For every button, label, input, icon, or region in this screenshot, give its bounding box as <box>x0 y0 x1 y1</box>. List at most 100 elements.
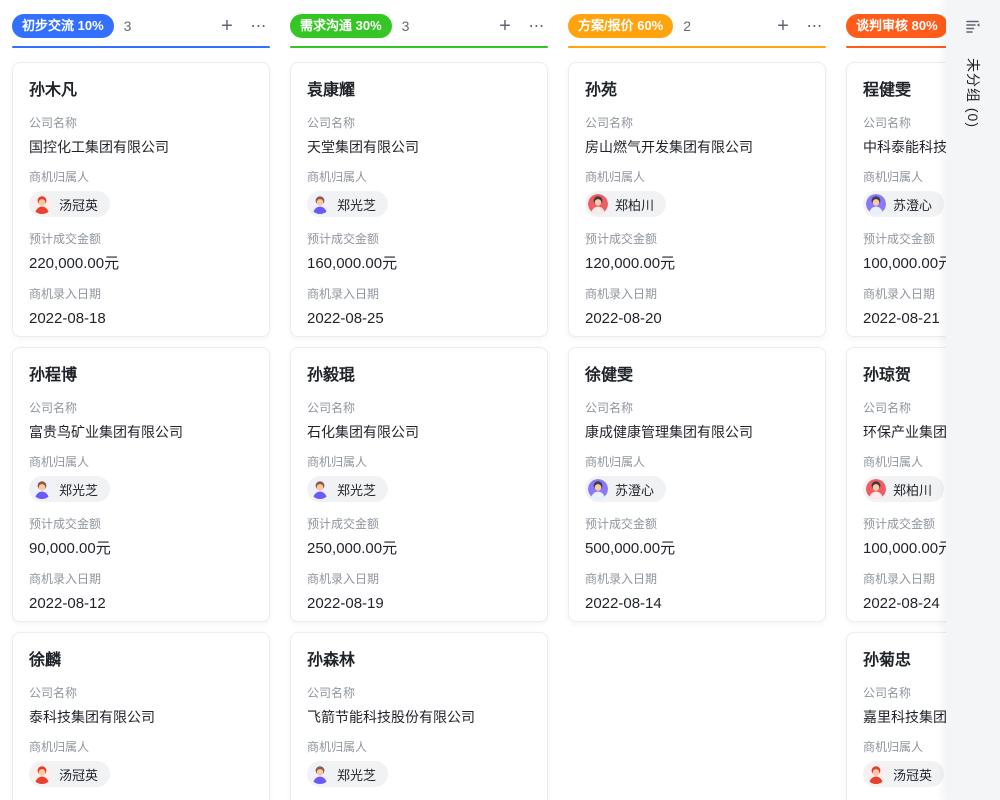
opportunity-card[interactable]: 孙毅琨 公司名称 石化集团有限公司 商机归属人 郑光芝 预计成交金额 250,0… <box>290 347 548 622</box>
amount-value: 160,000.00元 <box>307 253 531 274</box>
kanban-board: 初步交流 10% 3 + ⋯ 孙木凡 公司名称 国控化工集团有限公司 商机归属人 <box>0 0 1000 800</box>
owner-name: 郑光芝 <box>337 765 376 784</box>
opportunity-name: 孙森林 <box>307 649 531 673</box>
opportunity-card[interactable]: 孙森林 公司名称 飞箭节能科技股份有限公司 商机归属人 郑光芝 预计成交金额 <box>290 632 548 800</box>
column-underline <box>568 46 826 48</box>
opportunity-card[interactable]: 孙苑 公司名称 房山燃气开发集团有限公司 商机归属人 郑柏川 预计成交金额 12… <box>568 62 826 337</box>
card-list: 孙苑 公司名称 房山燃气开发集团有限公司 商机归属人 郑柏川 预计成交金额 12… <box>568 62 826 622</box>
amount-label: 预计成交金额 <box>307 516 531 533</box>
user-avatar-icon <box>32 479 52 499</box>
column-more-icon[interactable]: ⋯ <box>248 15 270 37</box>
opportunity-name: 孙苑 <box>585 79 809 103</box>
company-value: 石化集团有限公司 <box>307 422 531 442</box>
opportunity-name: 孙程博 <box>29 364 253 388</box>
amount-value: 90,000.00元 <box>29 538 253 559</box>
company-value: 富贵鸟矿业集团有限公司 <box>29 422 253 442</box>
card-list: 孙木凡 公司名称 国控化工集团有限公司 商机归属人 汤冠英 预计成交金额 220… <box>12 62 270 800</box>
owner-label: 商机归属人 <box>29 739 253 756</box>
owner-pill: 苏澄心 <box>585 476 666 502</box>
card-list: 袁康耀 公司名称 天堂集团有限公司 商机归属人 郑光芝 预计成交金额 160,0… <box>290 62 548 800</box>
opportunity-card[interactable]: 徐麟 公司名称 泰科技集团有限公司 商机归属人 汤冠英 预计成交金额 商机录 <box>12 632 270 800</box>
company-value: 天堂集团有限公司 <box>307 137 531 157</box>
date-value: 2022-08-18 <box>29 308 253 329</box>
owner-row: 汤冠英 <box>29 761 253 789</box>
company-value: 泰科技集团有限公司 <box>29 707 253 727</box>
date-value: 2022-08-12 <box>29 593 253 614</box>
stage-badge: 需求沟通 30% <box>290 14 392 38</box>
column-count: 2 <box>683 18 691 34</box>
amount-value: 220,000.00元 <box>29 253 253 274</box>
column-header: 方案/报价 60% 2 + ⋯ <box>568 14 826 38</box>
date-value: 2022-08-14 <box>585 593 809 614</box>
owner-row: 苏澄心 <box>585 476 809 504</box>
owner-label: 商机归属人 <box>585 169 809 186</box>
column-header: 需求沟通 30% 3 + ⋯ <box>290 14 548 38</box>
company-value: 飞箭节能科技股份有限公司 <box>307 707 531 727</box>
opportunity-card[interactable]: 袁康耀 公司名称 天堂集团有限公司 商机归属人 郑光芝 预计成交金额 160,0… <box>290 62 548 337</box>
date-value: 2022-08-25 <box>307 308 531 329</box>
owner-name: 郑光芝 <box>337 480 376 499</box>
amount-label: 预计成交金额 <box>585 231 809 248</box>
owner-pill: 郑光芝 <box>29 476 110 502</box>
owner-label: 商机归属人 <box>307 169 531 186</box>
owner-label: 商机归属人 <box>307 454 531 471</box>
opportunity-card[interactable]: 孙木凡 公司名称 国控化工集团有限公司 商机归属人 汤冠英 预计成交金额 220… <box>12 62 270 337</box>
owner-name: 郑光芝 <box>337 195 376 214</box>
amount-value: 500,000.00元 <box>585 538 809 559</box>
stage-badge: 初步交流 10% <box>12 14 114 38</box>
owner-pill: 郑柏川 <box>585 191 666 217</box>
kanban-column: 初步交流 10% 3 + ⋯ 孙木凡 公司名称 国控化工集团有限公司 商机归属人 <box>12 14 270 800</box>
owner-row: 郑光芝 <box>307 476 531 504</box>
opportunity-name: 孙木凡 <box>29 79 253 103</box>
company-value: 房山燃气开发集团有限公司 <box>585 137 809 157</box>
user-avatar-icon <box>866 194 886 214</box>
owner-pill: 郑光芝 <box>307 191 388 217</box>
company-label: 公司名称 <box>29 685 253 702</box>
owner-pill: 汤冠英 <box>863 761 944 787</box>
column-header: 初步交流 10% 3 + ⋯ <box>12 14 270 38</box>
amount-label: 预计成交金额 <box>585 516 809 533</box>
amount-value: 120,000.00元 <box>585 253 809 274</box>
owner-row: 郑光芝 <box>307 761 531 789</box>
add-card-icon[interactable]: + <box>772 15 794 37</box>
date-label: 商机录入日期 <box>585 286 809 303</box>
column-underline <box>12 46 270 48</box>
collapsed-groups-rail: 未分组 (0) <box>946 0 1000 800</box>
user-avatar-icon <box>588 479 608 499</box>
date-value: 2022-08-19 <box>307 593 531 614</box>
kanban-column: 方案/报价 60% 2 + ⋯ 孙苑 公司名称 房山燃气开发集团有限公司 商机归… <box>568 14 826 800</box>
owner-row: 郑光芝 <box>29 476 253 504</box>
amount-label: 预计成交金额 <box>307 231 531 248</box>
stage-badge: 谈判审核 80% <box>846 14 948 38</box>
amount-value: 250,000.00元 <box>307 538 531 559</box>
collapse-groups-icon[interactable] <box>962 15 984 37</box>
owner-pill: 郑光芝 <box>307 476 388 502</box>
user-avatar-icon <box>310 194 330 214</box>
user-avatar-icon <box>310 479 330 499</box>
date-label: 商机录入日期 <box>307 286 531 303</box>
user-avatar-icon <box>866 479 886 499</box>
owner-row: 郑柏川 <box>585 191 809 219</box>
column-count: 3 <box>402 18 410 34</box>
owner-pill: 郑光芝 <box>307 761 388 787</box>
date-label: 商机录入日期 <box>29 286 253 303</box>
company-label: 公司名称 <box>585 400 809 417</box>
add-card-icon[interactable]: + <box>494 15 516 37</box>
opportunity-card[interactable]: 徐健雯 公司名称 康成健康管理集团有限公司 商机归属人 苏澄心 预计成交金额 5… <box>568 347 826 622</box>
date-label: 商机录入日期 <box>585 571 809 588</box>
kanban-column: 需求沟通 30% 3 + ⋯ 袁康耀 公司名称 天堂集团有限公司 商机归属人 <box>290 14 548 800</box>
column-more-icon[interactable]: ⋯ <box>526 15 548 37</box>
collapsed-group-label[interactable]: 未分组 (0) <box>963 58 983 128</box>
stage-badge: 方案/报价 60% <box>568 14 673 38</box>
owner-label: 商机归属人 <box>307 739 531 756</box>
company-label: 公司名称 <box>307 115 531 132</box>
company-label: 公司名称 <box>585 115 809 132</box>
company-label: 公司名称 <box>29 115 253 132</box>
owner-pill: 汤冠英 <box>29 191 110 217</box>
opportunity-name: 袁康耀 <box>307 79 531 103</box>
owner-row: 郑光芝 <box>307 191 531 219</box>
add-card-icon[interactable]: + <box>216 15 238 37</box>
column-more-icon[interactable]: ⋯ <box>804 15 826 37</box>
opportunity-card[interactable]: 孙程博 公司名称 富贵鸟矿业集团有限公司 商机归属人 郑光芝 预计成交金额 90… <box>12 347 270 622</box>
owner-name: 苏澄心 <box>615 480 654 499</box>
